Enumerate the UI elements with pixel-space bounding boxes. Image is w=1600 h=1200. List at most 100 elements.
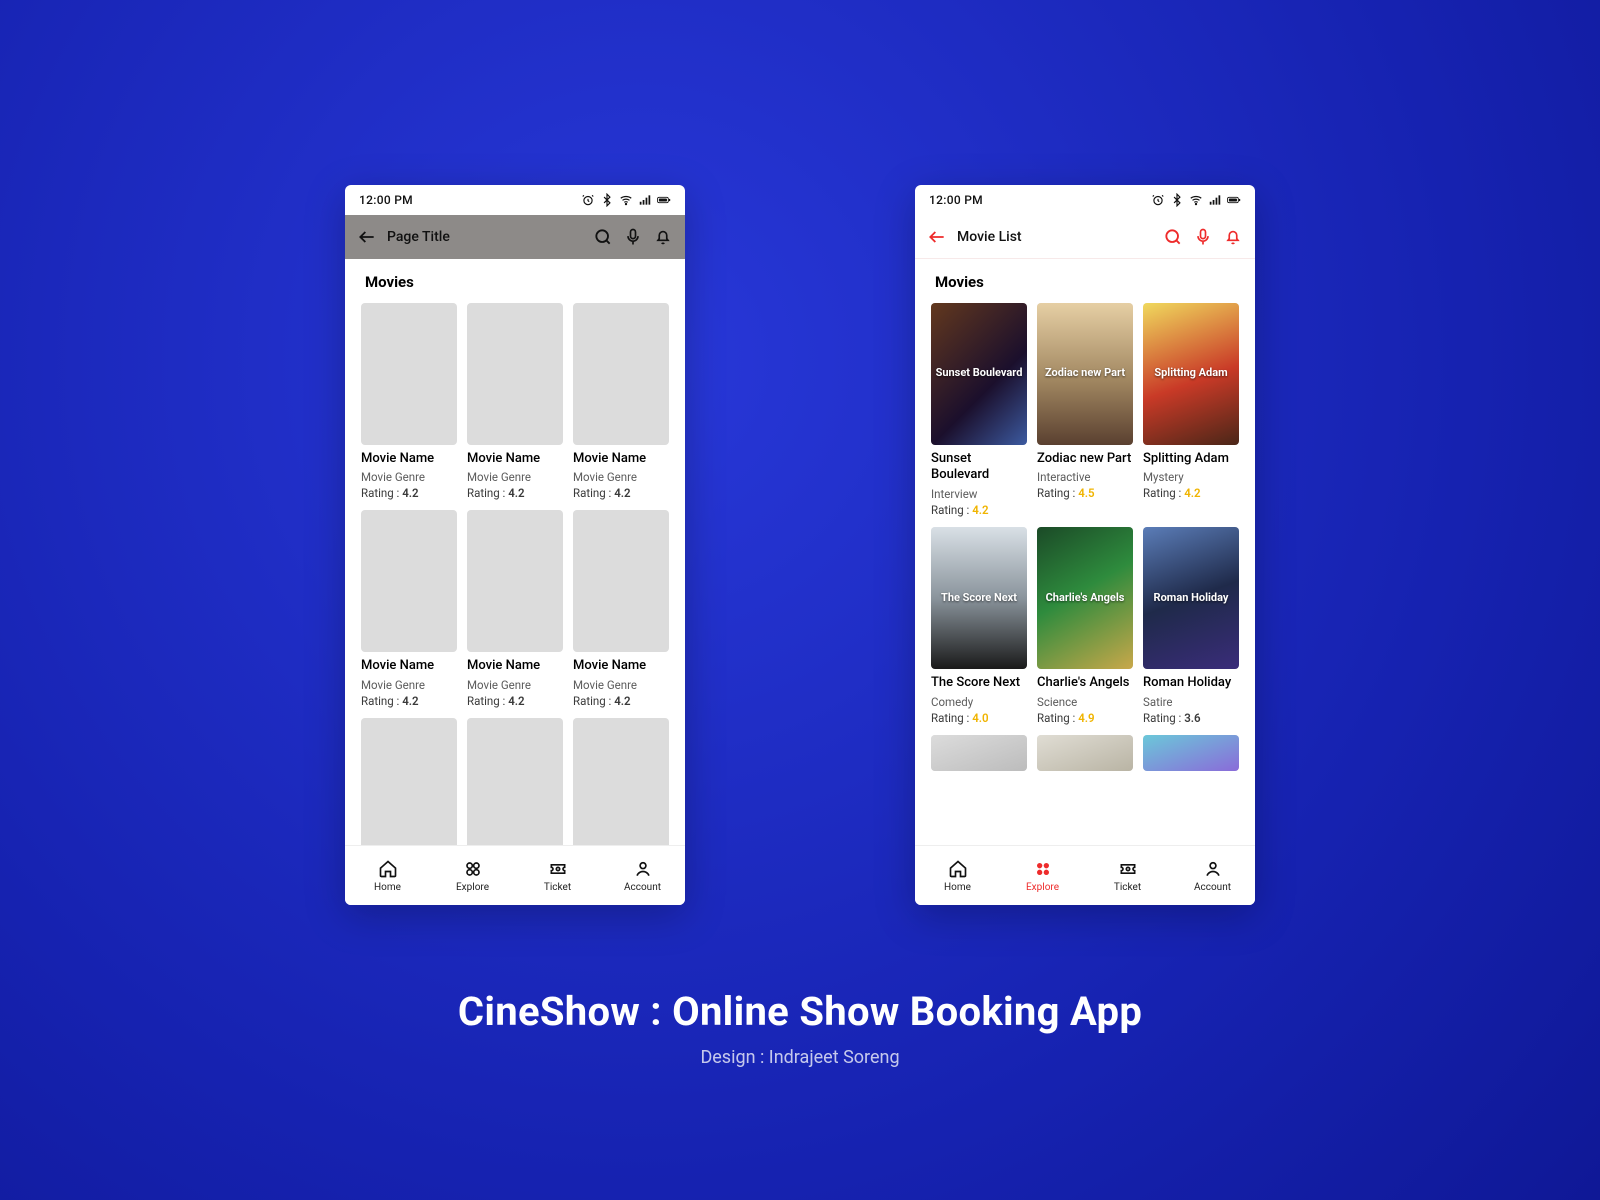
- mic-icon[interactable]: [1193, 227, 1213, 247]
- movie-card[interactable]: Movie Name Movie Genre Rating : 4.2: [361, 303, 457, 500]
- movie-card[interactable]: Movie NameMovie GenreRating : 4.2: [467, 510, 563, 707]
- movie-card[interactable]: Charlie's AngelsCharlie's AngelsScienceR…: [1037, 527, 1133, 724]
- bluetooth-icon: [1170, 193, 1184, 207]
- battery-icon: [1227, 193, 1241, 207]
- movie-card[interactable]: [1143, 735, 1239, 771]
- status-bar: 12:00 PM: [345, 185, 685, 215]
- movie-card[interactable]: Sunset Boulevard Sunset Boulevard Intervie…: [931, 303, 1027, 517]
- section-title: Movies: [935, 273, 1239, 291]
- tab-account[interactable]: Account: [600, 846, 685, 905]
- movie-card[interactable]: Movie Name Movie Genre Rating : 4.2: [361, 510, 457, 707]
- tab-label: Explore: [1026, 882, 1059, 893]
- search-icon[interactable]: [593, 227, 613, 247]
- movie-name: Sunset Boulevard: [931, 451, 1027, 485]
- caption-title: CineShow : Online Show Booking App: [0, 988, 1600, 1035]
- movie-name: Movie Name: [467, 658, 563, 675]
- movie-card[interactable]: Roman HolidayRoman HolidaySatireRating :…: [1143, 527, 1239, 724]
- tab-label: Ticket: [544, 882, 571, 893]
- movie-genre: Movie Genre: [361, 470, 457, 484]
- tab-explore[interactable]: Explore: [430, 846, 515, 905]
- search-icon[interactable]: [1163, 227, 1183, 247]
- movie-genre: Movie Genre: [361, 678, 457, 692]
- movie-rating: Rating : 4.2: [573, 486, 669, 500]
- movie-rating: Rating : 4.2: [361, 694, 457, 708]
- bluetooth-icon: [600, 193, 614, 207]
- movie-poster-placeholder: [573, 510, 669, 652]
- movie-grid: Sunset Boulevard Sunset Boulevard Intervie…: [931, 303, 1239, 771]
- movie-rating: Rating : 4.2: [467, 694, 563, 708]
- movie-card[interactable]: [931, 735, 1027, 771]
- movie-name: Movie Name: [361, 451, 457, 468]
- tab-label: Account: [624, 882, 661, 893]
- phone-wireframe: 12:00 PM Page Title: [345, 185, 685, 905]
- movie-poster: Sunset Boulevard: [931, 303, 1027, 445]
- tab-home[interactable]: Home: [915, 846, 1000, 905]
- bell-icon[interactable]: [653, 227, 673, 247]
- movie-poster: The Score Next: [931, 527, 1027, 669]
- movie-card[interactable]: Movie NameMovie GenreRating : 4.2: [573, 303, 669, 500]
- movie-card[interactable]: [1037, 735, 1133, 771]
- tab-label: Home: [944, 882, 971, 893]
- wifi-icon: [1189, 193, 1203, 207]
- movie-rating: Rating : 4.5: [1037, 486, 1133, 500]
- movie-poster-placeholder: [467, 510, 563, 652]
- movie-genre: Interactive: [1037, 470, 1133, 484]
- movie-card[interactable]: [467, 718, 563, 845]
- movie-poster-placeholder: [573, 718, 669, 845]
- tab-label: Explore: [456, 882, 489, 893]
- movie-rating: Rating : 3.6: [1143, 711, 1239, 725]
- back-icon[interactable]: [357, 227, 377, 247]
- movie-poster: [1037, 735, 1133, 771]
- movie-card[interactable]: [573, 718, 669, 845]
- movie-genre: Interview: [931, 487, 1027, 501]
- bottom-nav: Home Explore Ticket Account: [345, 845, 685, 905]
- signal-icon: [1208, 193, 1222, 207]
- back-icon[interactable]: [927, 227, 947, 247]
- movie-name: Movie Name: [467, 451, 563, 468]
- tab-ticket[interactable]: Ticket: [515, 846, 600, 905]
- movie-card[interactable]: Zodiac new PartZodiac new PartInteractiv…: [1037, 303, 1133, 517]
- signal-icon: [638, 193, 652, 207]
- tab-label: Ticket: [1114, 882, 1141, 893]
- movie-poster-placeholder: [467, 718, 563, 845]
- movie-genre: Science: [1037, 695, 1133, 709]
- movie-card[interactable]: The Score NextThe Score NextComedyRating…: [931, 527, 1027, 724]
- content-area: Movies Movie NameMovie GenreRating : 4.2…: [345, 259, 685, 845]
- movie-genre: Movie Genre: [467, 470, 563, 484]
- movie-poster: [931, 735, 1027, 771]
- movie-name: Zodiac new Part: [1037, 451, 1133, 468]
- mic-icon[interactable]: [623, 227, 643, 247]
- movie-poster: Roman Holiday: [1143, 527, 1239, 669]
- movie-card[interactable]: [361, 718, 457, 845]
- movie-card[interactable]: Movie NameMovie GenreRating : 4.2: [573, 510, 669, 707]
- app-bar: Movie List: [915, 215, 1255, 259]
- alarm-icon: [1151, 193, 1165, 207]
- tab-ticket[interactable]: Ticket: [1085, 846, 1170, 905]
- tab-account[interactable]: Account: [1170, 846, 1255, 905]
- app-bar-title: Movie List: [957, 229, 1022, 245]
- tab-explore[interactable]: Explore: [1000, 846, 1085, 905]
- phone-filled: 12:00 PM Movie List: [915, 185, 1255, 905]
- movie-genre: Satire: [1143, 695, 1239, 709]
- movie-name: Movie Name: [361, 658, 457, 675]
- movie-poster: Splitting Adam: [1143, 303, 1239, 445]
- status-icons: [581, 193, 671, 207]
- movie-card[interactable]: Splitting Adam Splitting Adam Mystery Ratin…: [1143, 303, 1239, 517]
- movie-genre: Mystery: [1143, 470, 1239, 484]
- status-time: 12:00 PM: [929, 193, 983, 207]
- movie-rating: Rating : 4.2: [1143, 486, 1239, 500]
- movie-rating: Rating : 4.2: [361, 486, 457, 500]
- movie-poster-placeholder: [467, 303, 563, 445]
- movie-rating: Rating : 4.2: [931, 503, 1027, 517]
- movie-card[interactable]: Movie NameMovie GenreRating : 4.2: [467, 303, 563, 500]
- app-bar-title: Page Title: [387, 229, 450, 245]
- tab-home[interactable]: Home: [345, 846, 430, 905]
- movie-genre: Movie Genre: [573, 470, 669, 484]
- tab-label: Account: [1194, 882, 1231, 893]
- app-bar: Page Title: [345, 215, 685, 259]
- movie-name: Splitting Adam: [1143, 451, 1239, 468]
- movie-rating: Rating : 4.2: [573, 694, 669, 708]
- movie-name: Movie Name: [573, 658, 669, 675]
- bell-icon[interactable]: [1223, 227, 1243, 247]
- movie-poster-placeholder: [361, 510, 457, 652]
